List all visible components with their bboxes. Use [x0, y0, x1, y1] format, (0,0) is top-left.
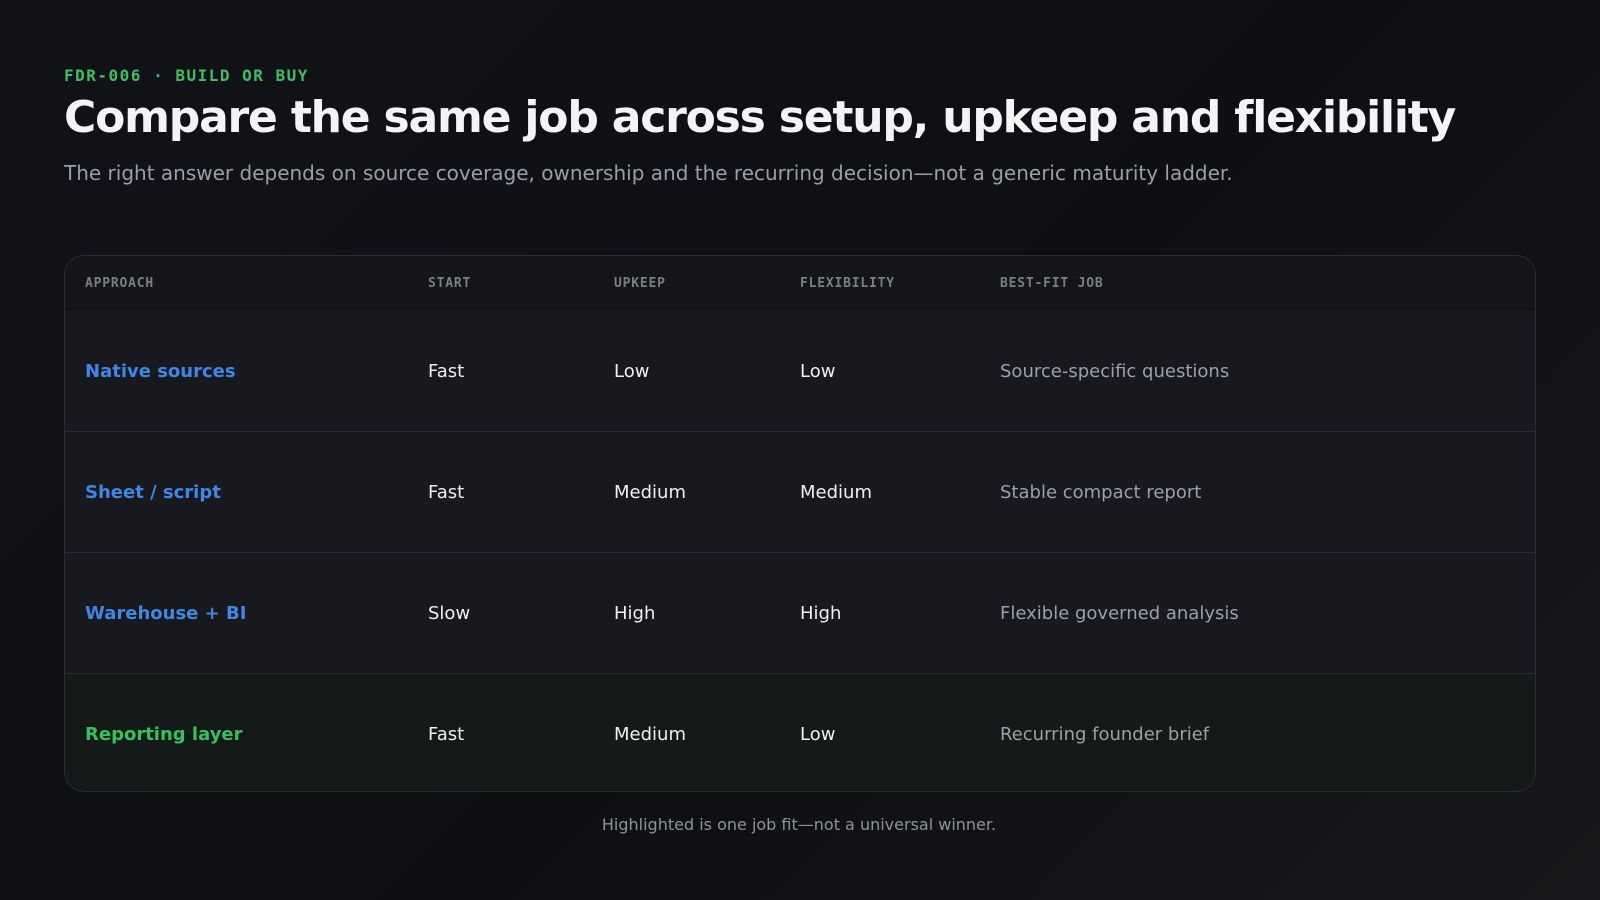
best-fit-job: Source-specific questions	[1000, 360, 1230, 382]
page-subtitle: The right answer depends on source cover…	[64, 161, 1233, 185]
upkeep-value: Medium	[614, 481, 686, 503]
table-row: Native sources Fast Low Low Source-speci…	[65, 311, 1535, 432]
footnote: Highlighted is one job fit—not a univers…	[601, 815, 997, 834]
comparison-table: APPROACH START UPKEEP FLEXIBILITY BEST-F…	[64, 255, 1536, 792]
flexibility-value: High	[800, 602, 842, 624]
best-fit-job: Stable compact report	[1000, 481, 1202, 503]
column-header-flexibility: FLEXIBILITY	[800, 276, 895, 291]
column-header-start: START	[428, 276, 472, 291]
best-fit-job: Recurring founder brief	[1000, 723, 1210, 745]
approach-name: Reporting layer	[85, 723, 243, 745]
column-header-upkeep: UPKEEP	[614, 276, 666, 291]
start-value: Slow	[428, 602, 471, 624]
approach-name: Sheet / script	[85, 481, 221, 503]
table-header-row: APPROACH START UPKEEP FLEXIBILITY BEST-F…	[65, 256, 1535, 312]
column-header-best-fit-job: BEST-FIT JOB	[1000, 276, 1104, 291]
column-header-approach: APPROACH	[85, 276, 155, 291]
flexibility-value: Medium	[800, 481, 872, 503]
slide: FDR-006 · BUILD OR BUY Compare the same …	[64, 0, 1536, 900]
table-row: Warehouse + BI Slow High High Flexible g…	[65, 553, 1535, 674]
eyebrow-label: FDR-006 · BUILD OR BUY	[64, 66, 309, 85]
upkeep-value: High	[614, 602, 656, 624]
approach-name: Warehouse + BI	[85, 602, 247, 624]
approach-name: Native sources	[85, 360, 236, 382]
best-fit-job: Flexible governed analysis	[1000, 602, 1239, 624]
start-value: Fast	[428, 360, 465, 382]
start-value: Fast	[428, 723, 465, 745]
table-row: Sheet / script Fast Medium Medium Stable…	[65, 432, 1535, 553]
flexibility-value: Low	[800, 360, 836, 382]
flexibility-value: Low	[800, 723, 836, 745]
page-title: Compare the same job across setup, upkee…	[64, 92, 1456, 143]
table-row-highlighted: Reporting layer Fast Medium Low Recurrin…	[65, 674, 1535, 791]
upkeep-value: Low	[614, 360, 650, 382]
start-value: Fast	[428, 481, 465, 503]
upkeep-value: Medium	[614, 723, 686, 745]
